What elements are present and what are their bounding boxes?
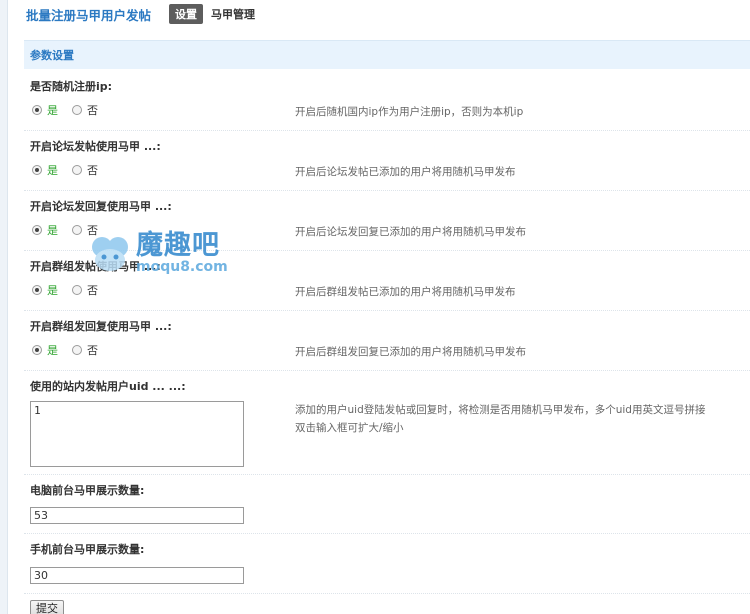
page-header: 批量注册马甲用户发帖 设置 马甲管理 — [26, 0, 750, 28]
setting-row-group-reply: 开启群组发回复使用马甲 ...: 是 否 开启后群组发回复已添加的用户将用随机马… — [24, 310, 750, 371]
mobile-count-input[interactable] — [30, 567, 244, 584]
radio-yes[interactable] — [32, 165, 42, 175]
radio-no-label[interactable]: 否 — [87, 102, 98, 118]
radio-group: 是 否 — [32, 342, 98, 358]
radio-no-label[interactable]: 否 — [87, 342, 98, 358]
section-title: 参数设置 — [30, 49, 74, 62]
radio-yes[interactable] — [32, 225, 42, 235]
setting-label: 开启群组发回复使用马甲 ...: — [30, 320, 172, 333]
radio-no[interactable] — [72, 345, 82, 355]
setting-description: 添加的用户uid登陆发帖或回复时，将检测是否用随机马甲发布，多个uid用英文逗号… — [295, 404, 706, 416]
setting-description: 开启后随机国内ip作为用户注册ip，否则为本机ip — [295, 106, 524, 118]
setting-row-pc-count: 电脑前台马甲展示数量: — [24, 474, 750, 534]
radio-no[interactable] — [72, 225, 82, 235]
uid-textarea[interactable]: 1 — [30, 401, 244, 467]
radio-no-label[interactable]: 否 — [87, 282, 98, 298]
radio-yes-label[interactable]: 是 — [47, 282, 58, 298]
settings-page: 批量注册马甲用户发帖 设置 马甲管理 参数设置 是否随机注册ip: 是 否 开启… — [0, 0, 750, 614]
radio-yes-label[interactable]: 是 — [47, 102, 58, 118]
setting-label: 开启论坛发帖使用马甲 ...: — [30, 140, 161, 153]
pc-count-input[interactable] — [30, 507, 244, 524]
radio-yes-label[interactable]: 是 — [47, 342, 58, 358]
setting-label: 开启论坛发回复使用马甲 ...: — [30, 200, 172, 213]
radio-group: 是 否 — [32, 222, 98, 238]
setting-label: 手机前台马甲展示数量: — [30, 543, 145, 556]
setting-row-uid: 使用的站内发帖用户uid ... ...: 1 添加的用户uid登陆发帖或回复时… — [24, 370, 750, 475]
radio-yes[interactable] — [32, 105, 42, 115]
setting-label: 电脑前台马甲展示数量: — [30, 484, 145, 497]
radio-no[interactable] — [72, 285, 82, 295]
setting-row-forum-post: 开启论坛发帖使用马甲 ...: 是 否 开启后论坛发帖已添加的用户将用随机马甲发… — [24, 130, 750, 191]
radio-no[interactable] — [72, 165, 82, 175]
setting-label: 开启群组发帖使用马甲 ...: — [30, 260, 161, 273]
radio-yes-label[interactable]: 是 — [47, 222, 58, 238]
radio-group: 是 否 — [32, 102, 98, 118]
section-header: 参数设置 — [24, 40, 750, 69]
submit-button[interactable]: 提交 — [30, 600, 64, 614]
radio-group: 是 否 — [32, 282, 98, 298]
setting-row-mobile-count: 手机前台马甲展示数量: — [24, 533, 750, 594]
setting-description: 开启后群组发回复已添加的用户将用随机马甲发布 — [295, 346, 526, 358]
radio-yes-label[interactable]: 是 — [47, 162, 58, 178]
setting-description: 开启后论坛发回复已添加的用户将用随机马甲发布 — [295, 226, 526, 238]
setting-label: 使用的站内发帖用户uid ... ...: — [30, 380, 186, 393]
setting-row-group-post: 开启群组发帖使用马甲 ...: 是 否 开启后群组发帖已添加的用户将用随机马甲发… — [24, 250, 750, 311]
page-title: 批量注册马甲用户发帖 — [26, 7, 152, 23]
setting-description: 开启后群组发帖已添加的用户将用随机马甲发布 — [295, 286, 516, 298]
setting-description-hint: 双击输入框可扩大/缩小 — [295, 422, 404, 434]
radio-no-label[interactable]: 否 — [87, 162, 98, 178]
radio-no-label[interactable]: 否 — [87, 222, 98, 238]
setting-row-random-ip: 是否随机注册ip: 是 否 开启后随机国内ip作为用户注册ip，否则为本机ip — [24, 70, 750, 131]
radio-no[interactable] — [72, 105, 82, 115]
tab-settings[interactable]: 设置 — [169, 4, 204, 24]
setting-row-forum-reply: 开启论坛发回复使用马甲 ...: 是 否 开启后论坛发回复已添加的用户将用随机马… — [24, 190, 750, 251]
radio-yes[interactable] — [32, 285, 42, 295]
setting-label: 是否随机注册ip: — [30, 80, 113, 93]
left-frame-border — [0, 0, 8, 614]
radio-yes[interactable] — [32, 345, 42, 355]
radio-group: 是 否 — [32, 162, 98, 178]
tab-vest-management[interactable]: 马甲管理 — [211, 6, 255, 22]
setting-description: 开启后论坛发帖已添加的用户将用随机马甲发布 — [295, 166, 516, 178]
